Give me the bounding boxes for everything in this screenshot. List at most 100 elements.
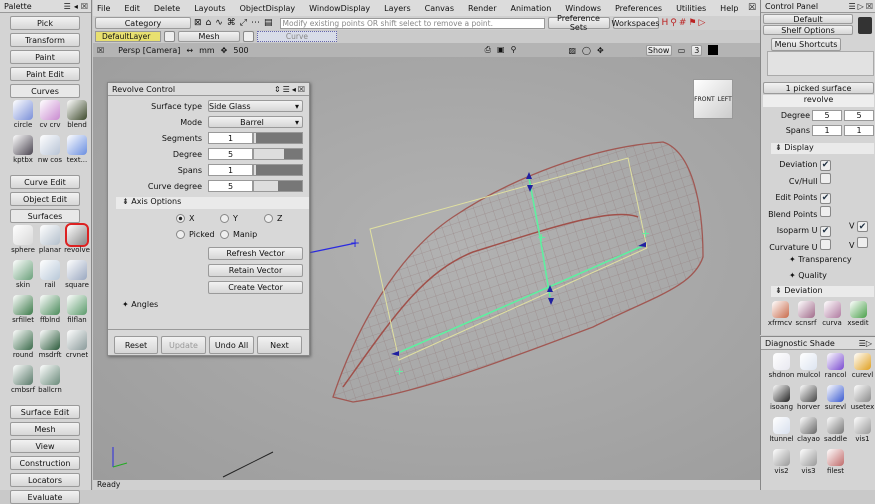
menu-windowdisplay[interactable]: WindowDisplay (309, 4, 370, 13)
surface-type-dropdown[interactable]: Side Glass▾ (208, 100, 303, 112)
shelf-item-isoang[interactable]: isoang (769, 385, 794, 416)
camera-icons[interactable]: ⎙▣⚲ (485, 45, 523, 55)
panel-controls-icon[interactable]: ☰▷☒ (849, 2, 875, 11)
shelf-item-shdnon[interactable]: shdnon (769, 353, 794, 384)
tool-text[interactable]: text... (64, 135, 90, 170)
layer-default[interactable]: DefaultLayer (95, 31, 161, 42)
menu-render[interactable]: Render (468, 4, 496, 13)
radio-picked[interactable]: Picked (176, 230, 215, 239)
next-button[interactable]: Next (257, 336, 302, 354)
palette-section-transform[interactable]: Transform (10, 33, 80, 47)
palette-section-view[interactable]: View (10, 439, 80, 453)
degree-u[interactable]: 5 (812, 110, 842, 121)
tool-rail[interactable]: rail (37, 260, 63, 295)
palette-section-object-edit[interactable]: Object Edit (10, 192, 80, 206)
shelf-item-horver[interactable]: horver (796, 385, 821, 416)
viewport-label[interactable]: Persp [Camera] (118, 46, 180, 55)
spans-v[interactable]: 1 (844, 125, 874, 136)
tool-planar[interactable]: planar (37, 225, 63, 260)
palette-section-pick[interactable]: Pick (10, 16, 80, 30)
tool-ffblnd[interactable]: ffblnd (37, 295, 63, 330)
refresh-vector-button[interactable]: Refresh Vector (208, 247, 303, 260)
edit-points-checkbox[interactable]: ✔ (820, 193, 831, 204)
close-icon[interactable]: ☒ (748, 3, 756, 13)
quality-section[interactable]: ✦ Quality (789, 271, 827, 280)
radio-x[interactable]: X (176, 214, 194, 223)
tab-menu-shortcuts[interactable]: Menu Shortcuts (771, 38, 841, 51)
curve-degree-slider[interactable] (253, 180, 303, 192)
degree-slider[interactable] (253, 148, 303, 160)
shelf-item-xfrmcv[interactable]: xfrmcv (769, 301, 791, 332)
shelf-item-saddle[interactable]: saddle (823, 417, 848, 448)
shelf-item-vis3[interactable]: vis3 (796, 449, 821, 480)
layer-mesh-visibility[interactable] (243, 31, 254, 42)
palette-section-surface-edit[interactable]: Surface Edit (10, 405, 80, 419)
deviation-checkbox[interactable]: ✔ (820, 160, 831, 171)
shelf-item-surevl[interactable]: surevl (823, 385, 848, 416)
create-vector-button[interactable]: Create Vector (208, 281, 303, 294)
isoparm-v-checkbox[interactable]: ✔ (857, 221, 868, 232)
display-header[interactable]: ⇟ Display (771, 143, 874, 154)
shelf-item-curevl[interactable]: curevl (850, 353, 875, 384)
shelf-item-clayao[interactable]: clayao (796, 417, 821, 448)
blend-points-checkbox[interactable] (820, 206, 831, 217)
layer-mesh[interactable]: Mesh (178, 31, 240, 42)
tool-nwcos[interactable]: nw cos (37, 135, 63, 170)
tool-blend[interactable]: blend (64, 100, 90, 135)
trash-icon[interactable] (858, 17, 872, 34)
shelf-item-xsedit[interactable]: xsedit (847, 301, 869, 332)
layout-icon[interactable]: ▭ (678, 46, 686, 55)
undo-all-button[interactable]: Undo All (209, 336, 254, 354)
menu-help[interactable]: Help (720, 4, 738, 13)
tool-filflan[interactable]: filflan (64, 295, 90, 330)
shelf-item-vis1[interactable]: vis1 (850, 417, 875, 448)
car-mesh[interactable] (333, 142, 703, 402)
menu-preferences[interactable]: Preferences (615, 4, 662, 13)
tool-sphere[interactable]: sphere (10, 225, 36, 260)
tool-cmbsrf[interactable]: cmbsrf (10, 365, 36, 400)
view-number-button[interactable]: 3 (691, 45, 702, 56)
menu-layouts[interactable]: Layouts (194, 4, 225, 13)
view-icons[interactable]: ▨◯✥ (568, 46, 609, 55)
palette-section-paint[interactable]: Paint (10, 50, 80, 64)
viewport-close-icon[interactable]: ☒ (97, 46, 104, 55)
menu-edit[interactable]: Edit (124, 4, 140, 13)
window-controls-icon[interactable]: ⇕☰◂☒ (274, 85, 309, 94)
retain-vector-button[interactable]: Retain Vector (208, 264, 303, 277)
color-swatch[interactable] (708, 45, 718, 55)
palette-section-evaluate[interactable]: Evaluate (10, 490, 80, 504)
menu-delete[interactable]: Delete (154, 4, 180, 13)
panel-menu-icon[interactable]: ☰▷ (859, 339, 875, 348)
radio-y[interactable]: Y (220, 214, 238, 223)
panel-controls-icon[interactable]: ☰◂☒ (64, 2, 91, 11)
revolve-title-bar[interactable]: Revolve Control⇕☰◂☒ (108, 83, 309, 96)
tool-square[interactable]: square (64, 260, 90, 295)
view-cube[interactable]: FRONTLEFT (693, 79, 733, 119)
shelf-item-scnsrf[interactable]: scnsrf (795, 301, 817, 332)
deviation-header[interactable]: ⇟ Deviation (771, 286, 874, 297)
shelf-item-ltunnel[interactable]: ltunnel (769, 417, 794, 448)
tool-srfillet[interactable]: srfillet (10, 295, 36, 330)
angles-section[interactable]: ✦ Angles (122, 300, 158, 309)
axis-vector[interactable] (308, 243, 356, 253)
menu-layers[interactable]: Layers (384, 4, 410, 13)
picked-dropdown[interactable]: 1 picked surface (763, 82, 874, 94)
tool-crvnet[interactable]: crvnet (64, 330, 90, 365)
radio-manip[interactable]: Manip (220, 230, 257, 239)
mode-dropdown[interactable]: Barrel▾ (208, 116, 303, 128)
curve-degree-input[interactable]: 5 (208, 180, 253, 192)
default-dropdown[interactable]: Default (763, 14, 853, 24)
shelf-item-mulcol[interactable]: mulcol (796, 353, 821, 384)
axis-options-header[interactable]: ⇟ Axis Options (116, 197, 309, 209)
spans-input[interactable]: 1 (208, 164, 253, 176)
palette-section-construction[interactable]: Construction (10, 456, 80, 470)
shelf-icons[interactable]: H⚲#⚑▷ (662, 18, 708, 28)
preference-sets-button[interactable]: Preference Sets (548, 17, 610, 29)
show-button[interactable]: Show (646, 45, 672, 56)
reset-button[interactable]: Reset (114, 336, 158, 354)
shelf-item-curva[interactable]: curva (821, 301, 843, 332)
cube-front[interactable]: FRONT (694, 96, 715, 103)
tool-round[interactable]: round (10, 330, 36, 365)
tool-circle[interactable]: circle (10, 100, 36, 135)
shelf-item-filest[interactable]: filest (823, 449, 848, 480)
